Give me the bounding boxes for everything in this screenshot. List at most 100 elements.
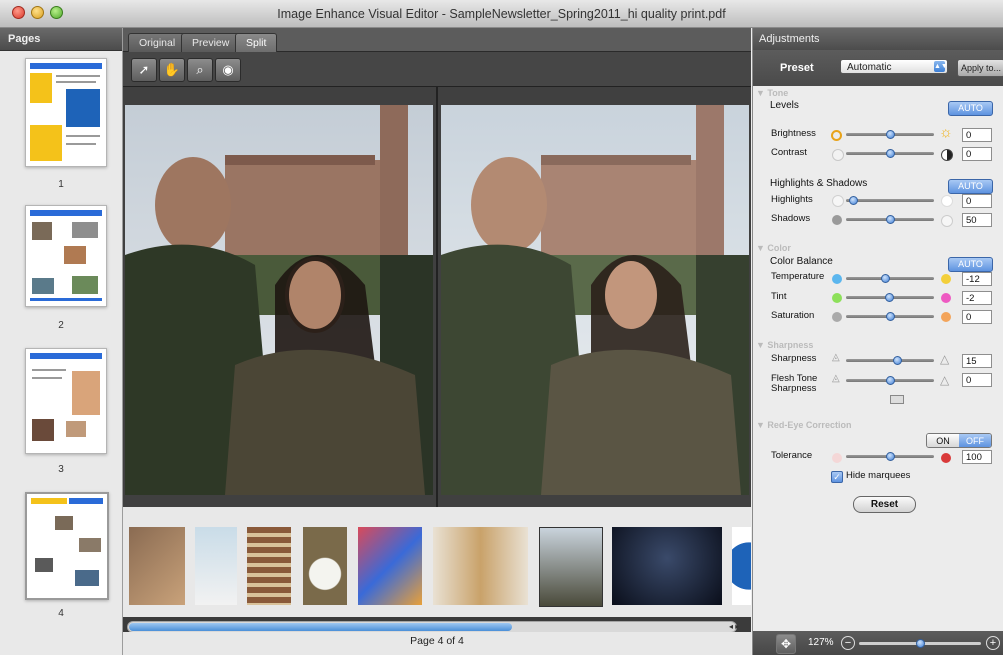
split-divider[interactable] [436, 87, 438, 507]
saturation-slider[interactable] [846, 312, 934, 321]
section-sharpness[interactable]: ▼ Sharpness [756, 340, 813, 350]
redeye-on-option[interactable]: ON [927, 434, 959, 447]
tab-preview[interactable]: Preview [181, 33, 241, 52]
filmstrip-image[interactable] [195, 527, 237, 605]
highlights-shadows-label: Highlights & Shadows [770, 178, 868, 189]
shadows-slider-knob[interactable] [886, 215, 895, 224]
tolerance-slider-knob[interactable] [886, 452, 895, 461]
highlights-shadows-auto-button[interactable]: AUTO [948, 179, 993, 194]
brightness-slider-knob[interactable] [886, 130, 895, 139]
contrast-slider-knob[interactable] [886, 149, 895, 158]
arrow-icon[interactable]: ➚ [131, 58, 157, 82]
tab-original[interactable]: Original [128, 33, 187, 52]
redeye-toggle[interactable]: ON OFF [926, 433, 992, 448]
shadows-slider[interactable] [846, 215, 934, 224]
saturation-field[interactable]: 0 [962, 310, 992, 324]
temperature-slider-knob[interactable] [880, 274, 890, 283]
zoom-slider-knob[interactable] [916, 639, 925, 648]
tint-slider[interactable] [846, 293, 934, 302]
preset-select[interactable]: Automatic ▲▼ [840, 59, 948, 74]
tolerance-slider[interactable] [846, 452, 934, 461]
thumb-image [32, 278, 54, 294]
highlights-slider-knob[interactable] [849, 196, 859, 205]
hand-icon[interactable]: ✋ [159, 58, 185, 82]
original-photo[interactable] [125, 105, 433, 495]
pages-panel-title: Pages [0, 28, 122, 51]
filmstrip-image[interactable] [129, 527, 185, 605]
filmstrip-image[interactable] [358, 527, 422, 605]
disclosure-triangle-icon: ▼ [756, 243, 768, 253]
reset-button[interactable]: Reset [853, 496, 916, 513]
pages-panel: Pages 1 2 3 4 [0, 28, 123, 655]
thumb-image [72, 222, 98, 238]
contrast-slider[interactable] [846, 149, 934, 158]
section-color[interactable]: ▼ Color [756, 243, 791, 253]
page-thumbnail-4-selected[interactable] [25, 492, 109, 600]
color-balance-auto-button[interactable]: AUTO [948, 257, 993, 272]
section-color-label: Color [767, 243, 791, 253]
page-thumbnail-2[interactable] [25, 205, 107, 307]
temperature-field[interactable]: -12 [962, 272, 992, 286]
page-thumbnail-3[interactable] [25, 348, 107, 454]
tolerance-field[interactable]: 100 [962, 450, 992, 464]
filmstrip-image[interactable] [303, 527, 347, 605]
highlights-slider[interactable] [846, 196, 934, 205]
flesh-tone-field[interactable]: 0 [962, 373, 992, 387]
zoom-out-icon[interactable]: − [841, 636, 855, 650]
brightness-field[interactable]: 0 [962, 128, 992, 142]
thumb-image [30, 125, 62, 161]
section-redeye[interactable]: ▼ Red-Eye Correction [756, 420, 851, 430]
sharpness-slider[interactable] [846, 356, 934, 365]
section-tone[interactable]: ▼ Tone [756, 88, 788, 98]
desaturated-icon [832, 312, 842, 322]
thumb-image [64, 246, 86, 264]
contrast-field[interactable]: 0 [962, 147, 992, 161]
chevron-down-icon: ▲▼ [934, 61, 948, 72]
thumb-text-line [32, 369, 66, 371]
preview-photo[interactable] [441, 105, 749, 495]
filmstrip-image[interactable] [732, 527, 751, 605]
zoom-slider[interactable] [859, 639, 981, 648]
flesh-tone-slider-knob[interactable] [886, 376, 895, 385]
tool-bar: ➚ ✋ ⌕ ◉ [123, 52, 751, 87]
zoom-in-icon[interactable]: + [986, 636, 1000, 650]
tint-field[interactable]: -2 [962, 291, 992, 305]
redeye-off-option[interactable]: OFF [959, 434, 991, 447]
contrast-label: Contrast [771, 147, 807, 158]
shadows-field[interactable]: 50 [962, 213, 992, 227]
filmstrip-image[interactable] [433, 527, 528, 605]
page-number-label: 2 [58, 320, 64, 331]
filmstrip-image-selected[interactable] [539, 527, 603, 607]
temperature-slider[interactable] [846, 274, 934, 283]
page-thumbnail-1[interactable] [25, 58, 107, 167]
cool-color-icon [832, 274, 842, 284]
filmstrip-image[interactable] [247, 527, 291, 605]
highlights-field[interactable]: 0 [962, 194, 992, 208]
levels-auto-button[interactable]: AUTO [948, 101, 993, 116]
apply-to-button[interactable]: Apply to... [957, 59, 1003, 77]
fit-to-window-icon[interactable]: ✥ [776, 634, 796, 654]
thumb-banner [69, 498, 103, 504]
tint-slider-knob[interactable] [885, 293, 895, 302]
sharpness-field[interactable]: 15 [962, 354, 992, 368]
temperature-label: Temperature [771, 271, 825, 282]
tab-split[interactable]: Split [235, 33, 278, 52]
sharpness-slider-knob[interactable] [893, 356, 903, 365]
green-tint-icon [832, 293, 842, 303]
filmstrip-scroll-arrows[interactable]: ◂ ▸ [729, 622, 747, 632]
sharpness-options-button[interactable] [890, 395, 904, 404]
filmstrip-image[interactable] [612, 527, 722, 605]
eye-icon[interactable]: ◉ [215, 58, 241, 82]
thumb-image [66, 89, 100, 127]
magnifier-icon[interactable]: ⌕ [187, 58, 213, 82]
thumb-image [32, 222, 52, 240]
flesh-tone-slider[interactable] [846, 376, 934, 385]
preset-row: Preset Automatic ▲▼ Apply to... [753, 50, 1003, 86]
hide-marquees-checkbox[interactable]: ✓ [831, 471, 843, 483]
adjustments-title: Adjustments [753, 28, 1003, 50]
page-number-label: 3 [58, 464, 64, 475]
saturation-slider-knob[interactable] [886, 312, 895, 321]
brightness-slider[interactable] [846, 130, 934, 139]
section-tone-label: Tone [767, 88, 789, 98]
filmstrip-scroll-thumb[interactable] [129, 623, 513, 631]
